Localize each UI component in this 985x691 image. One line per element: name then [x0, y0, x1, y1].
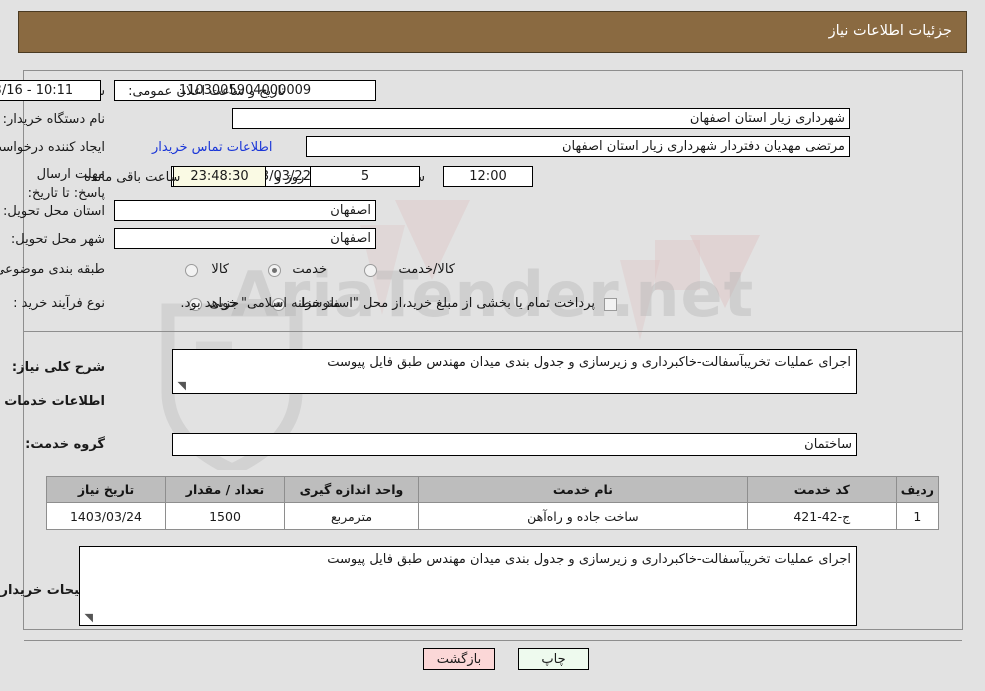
- table-header-row: ردیف کد خدمت نام خدمت واحد اندازه گیری ت…: [46, 476, 940, 503]
- page-title: جزئیات اطلاعات نیاز: [828, 23, 952, 39]
- treasury-bonds-checkbox[interactable]: [604, 298, 617, 311]
- delivery-city-label: شهر محل تحویل:: [10, 232, 105, 247]
- category-radio-kala[interactable]: [185, 264, 198, 277]
- cell-code: ج-42-421: [746, 502, 897, 530]
- th-code: کد خدمت: [746, 476, 897, 503]
- delivery-province-label: استان محل تحویل:: [3, 204, 105, 219]
- divider-bottom: [24, 640, 962, 641]
- buyer-org-label: نام دستگاه خریدار:: [2, 112, 105, 127]
- announce-datetime-label: تاریخ و ساعت اعلان عمومی:: [128, 84, 285, 99]
- th-row: ردیف: [895, 476, 940, 503]
- category-option-label-0: کالا: [211, 262, 229, 277]
- category-radio-khedmat[interactable]: [268, 264, 281, 277]
- service-group-label: گروه خدمت:: [25, 437, 105, 452]
- countdown-label: ساعت باقی مانده: [84, 170, 181, 185]
- category-option-label-2: کالا/خدمت: [398, 262, 455, 277]
- deadline-time-field[interactable]: 12:00: [443, 166, 533, 187]
- divider-top: [24, 331, 962, 332]
- cell-name: ساخت جاده و راه‌آهن: [418, 502, 748, 530]
- page-header-bar: جزئیات اطلاعات نیاز: [18, 11, 967, 53]
- th-name: نام خدمت: [418, 476, 748, 503]
- countdown-field: 23:48:30: [173, 166, 266, 187]
- treasury-bonds-label: پرداخت تمام یا بخشی از مبلغ خرید،از محل …: [180, 296, 595, 311]
- cell-unit: مترمربع: [284, 502, 419, 530]
- resize-grip-icon[interactable]: ◥: [176, 380, 186, 391]
- category-radio-kala-khedmat[interactable]: [364, 264, 377, 277]
- th-unit: واحد اندازه گیری: [284, 476, 419, 503]
- category-label: طبقه بندی موضوعی:: [0, 262, 105, 277]
- back-button[interactable]: بازگشت: [423, 648, 495, 670]
- general-desc-text: اجرای عملیات تخریبآسفالت-خاکبرداری و زیر…: [327, 355, 851, 370]
- buyer-notes-textarea[interactable]: اجرای عملیات تخریبآسفالت-خاکبرداری و زیر…: [79, 546, 857, 626]
- cell-qty: 1500: [165, 502, 285, 530]
- delivery-city-field[interactable]: اصفهان: [114, 228, 376, 249]
- remaining-days-label: روز و: [275, 170, 305, 185]
- creator-label: ایجاد کننده درخواست:: [0, 140, 105, 155]
- services-section-title: اطلاعات خدمات مورد نیاز: [0, 394, 105, 409]
- cell-date: 1403/03/24: [46, 502, 166, 530]
- general-desc-textarea[interactable]: اجرای عملیات تخریبآسفالت-خاکبرداری و زیر…: [172, 349, 857, 394]
- process-type-label: نوع فرآیند خرید :: [13, 296, 105, 311]
- th-date: تاریخ نیاز: [46, 476, 166, 503]
- th-qty: تعداد / مقدار: [165, 476, 285, 503]
- print-button[interactable]: چاپ: [518, 648, 589, 670]
- services-table: ردیف کد خدمت نام خدمت واحد اندازه گیری ت…: [46, 476, 940, 530]
- creator-field[interactable]: مرتضی مهدیان دفتردار شهرداری زیار استان …: [306, 136, 850, 157]
- resize-grip-icon-2[interactable]: ◥: [83, 612, 93, 623]
- cell-row: 1: [895, 502, 940, 530]
- general-desc-label: شرح کلی نیاز:: [11, 360, 105, 375]
- buyer-org-field[interactable]: شهرداری زیار استان اصفهان: [232, 108, 850, 129]
- service-group-field[interactable]: ساختمان: [172, 433, 857, 456]
- page-root: AriaTender.net جزئیات اطلاعات نیاز شماره…: [0, 0, 985, 691]
- buyer-notes-text: اجرای عملیات تخریبآسفالت-خاکبرداری و زیر…: [327, 552, 851, 567]
- buyer-contact-link[interactable]: اطلاعات تماس خریدار: [152, 140, 272, 155]
- table-row: 1 ج-42-421 ساخت جاده و راه‌آهن مترمربع 1…: [46, 502, 940, 530]
- announce-datetime-field[interactable]: 10:11 - 1403/03/16: [0, 80, 101, 101]
- remaining-days-field: 5: [310, 166, 420, 187]
- delivery-province-field[interactable]: اصفهان: [114, 200, 376, 221]
- category-option-label-1: خدمت: [292, 262, 327, 277]
